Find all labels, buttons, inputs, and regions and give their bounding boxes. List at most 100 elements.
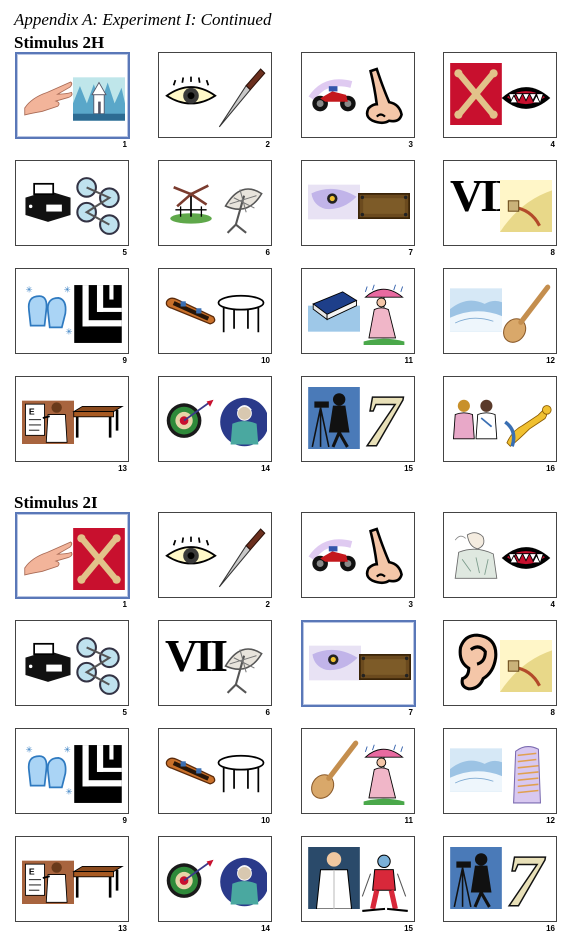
stimulus-image-frame: [301, 512, 415, 598]
stimulus-image-frame: [158, 160, 272, 246]
stimulus-image-frame: [15, 512, 130, 599]
eye-picture: [165, 63, 217, 125]
rainlady-picture: [358, 743, 410, 805]
stimulus-card: 3: [301, 512, 415, 612]
stimulus-image-frame: [15, 160, 129, 246]
stimulus-card: ✳ ✳ ✳ 9: [15, 268, 129, 368]
stimulus-card: 2: [158, 52, 272, 152]
book-picture: [308, 279, 360, 341]
stimulus-number: 5: [122, 248, 127, 257]
fax-picture: [22, 171, 74, 233]
stimulus-card: ✳ ✳ ✳ 9: [15, 728, 129, 828]
stimulus-number: 2: [265, 600, 270, 609]
stimulus-card: 4: [443, 52, 557, 152]
svg-text:E: E: [29, 867, 35, 877]
stimulus-image-frame: [443, 512, 557, 598]
stimulus-image-frame: [301, 52, 415, 138]
hand-picture: [23, 524, 75, 586]
stimulus-image-frame: VII: [158, 620, 272, 706]
stimulus-number: 16: [546, 464, 555, 473]
blockL-picture: [72, 283, 124, 345]
fangs-picture: [500, 67, 552, 129]
stimulus-card: 3: [301, 52, 415, 152]
board-picture: [358, 175, 410, 237]
stimulus-title: Stimulus 2H: [14, 33, 105, 52]
stimulus-card: 15: [301, 836, 415, 936]
stimulus-image-frame: 7: [301, 376, 415, 462]
stimulus-image-frame: [443, 376, 557, 462]
stimulus-image-frame: [15, 620, 129, 706]
stimulus-number: 4: [550, 140, 555, 149]
stimulus-image-frame: [158, 268, 272, 354]
windmill-picture: [165, 171, 217, 233]
svg-text:✳: ✳: [25, 285, 33, 295]
table-picture: [215, 283, 267, 345]
stimulus-image-frame: [443, 728, 557, 814]
stimulus-card: 16: [443, 376, 557, 476]
dartboard-picture: [165, 847, 217, 909]
stimulus-card: 10: [158, 268, 272, 368]
skateboard-picture: [165, 279, 217, 341]
plug-picture: [500, 635, 552, 697]
stimulus-card: E 13: [15, 836, 129, 936]
stimulus-card: 4: [443, 512, 557, 612]
stimulus-image-frame: [301, 728, 415, 814]
photographer-picture: [450, 847, 502, 909]
stimulus-number: 15: [404, 924, 413, 933]
stimulus-number: 12: [546, 816, 555, 825]
stimulus-card: 5: [15, 160, 129, 260]
camera-picture: [308, 171, 360, 233]
stimulus-number: 7: [408, 708, 413, 717]
stimulus-number: 2: [265, 140, 270, 149]
stimulus-number: 14: [261, 464, 270, 473]
stimulus-number: 3: [408, 600, 413, 609]
stimulus-card: 7 16: [443, 836, 557, 936]
knife-picture: [215, 67, 267, 129]
roman-numeral-picture: VII: [165, 630, 228, 681]
stimulus-number: 9: [122, 816, 127, 825]
roman-numeral-picture: VII: [450, 170, 513, 221]
fangs-picture: [500, 527, 552, 589]
stimulus-number: 13: [118, 464, 127, 473]
stimulus-number: 4: [550, 600, 555, 609]
stimulus-number: 16: [546, 924, 555, 933]
svg-text:✳: ✳: [25, 745, 33, 755]
stimulus-number: 12: [546, 356, 555, 365]
camera-picture: [309, 632, 361, 694]
satellite-picture: [215, 175, 267, 237]
stimulus-card: 14: [158, 836, 272, 936]
stimulus-image-frame: [301, 620, 416, 707]
stimulus-number: 8: [550, 708, 555, 717]
stimulus-image-frame: VII: [443, 160, 557, 246]
stimulus-image-frame: 7: [443, 836, 557, 922]
stimulus-title: Stimulus 2I: [14, 493, 98, 512]
stimulus-image-frame: [158, 836, 272, 922]
stimulus-number: 10: [261, 356, 270, 365]
stimulus-number: 9: [122, 356, 127, 365]
stimulus-image-frame: [443, 52, 557, 138]
stimulus-number: 14: [261, 924, 270, 933]
stimulus-card: 14: [158, 376, 272, 476]
snowhill-picture: [450, 739, 502, 801]
stimulus-card: 11: [301, 268, 415, 368]
stimulus-image-frame: ✳ ✳ ✳: [15, 268, 129, 354]
stimulus-image-frame: E: [15, 836, 129, 922]
knife-picture: [215, 527, 267, 589]
fax-picture: [22, 631, 74, 693]
stimulus-number: 15: [404, 464, 413, 473]
stimulus-number: 3: [408, 140, 413, 149]
bikes-picture: [72, 175, 124, 237]
stimulus-card: VII 6: [158, 620, 272, 720]
stimulus-image-frame: [443, 620, 557, 706]
mittens-picture: ✳ ✳ ✳: [22, 739, 74, 801]
table-picture: [215, 743, 267, 805]
dartboard-picture: [165, 387, 217, 449]
surgeon-picture: [215, 851, 267, 913]
doctor-picture: E: [22, 387, 74, 449]
doctor-picture: E: [22, 847, 74, 909]
church-picture: [73, 68, 125, 130]
eye-picture: [165, 523, 217, 585]
number-seven-picture: 7: [505, 841, 544, 922]
rainlady-picture: [358, 283, 410, 345]
stimulus-card: 1: [15, 512, 130, 612]
